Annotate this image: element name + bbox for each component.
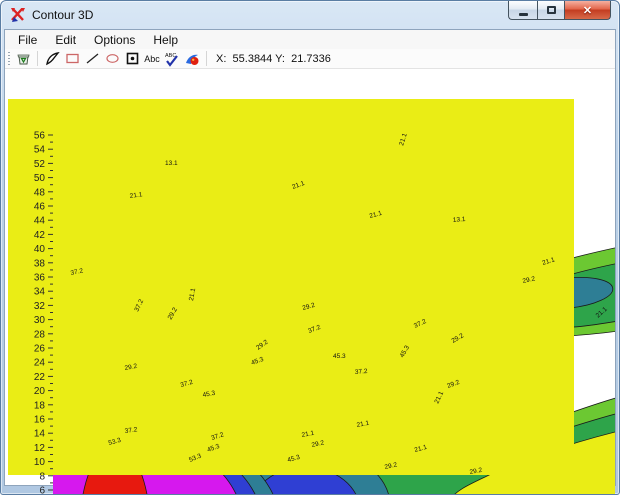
y-tick-label: 14 xyxy=(34,429,46,440)
maximize-icon xyxy=(546,6,556,14)
menu-options[interactable]: Options xyxy=(85,31,144,49)
y-tick-label: 36 xyxy=(34,273,46,284)
ellipse-tool-icon[interactable] xyxy=(102,50,122,68)
y-tick-label: 30 xyxy=(34,315,46,326)
y-tick-label: 8 xyxy=(39,471,45,482)
titlebar[interactable]: Contour 3D ✕ xyxy=(1,1,619,29)
y-tick-label: 54 xyxy=(34,145,46,156)
y-tick-label: 18 xyxy=(34,400,46,411)
rectangle-tool-icon[interactable] xyxy=(62,50,82,68)
y-tick-label: 56 xyxy=(34,131,46,142)
client-area: File Edit Options Help Abc ABC X: 55.384… xyxy=(4,29,616,494)
maximize-button[interactable] xyxy=(537,1,565,20)
contour-label: 37.2 xyxy=(355,368,369,376)
y-tick-label: 42 xyxy=(34,230,46,241)
y-tick-label: 50 xyxy=(34,173,46,184)
coords-y-value: 21.7336 xyxy=(291,52,331,65)
y-tick-label: 20 xyxy=(34,386,46,397)
recycle-bin-icon[interactable] xyxy=(13,50,33,68)
close-button[interactable]: ✕ xyxy=(565,1,611,20)
contour-plot-region: 13.1 21.1 13.1 21.1 21.1 21.1 37.2 37.2 29.2 29.2… xyxy=(8,99,615,494)
y-tick-label: 12 xyxy=(34,443,46,454)
app-window: Contour 3D ✕ File Edit Options Help Abc … xyxy=(0,0,620,495)
window-title: Contour 3D xyxy=(32,8,94,22)
y-tick-label: 46 xyxy=(34,202,46,213)
contour-label: 45.3 xyxy=(333,353,346,360)
menubar: File Edit Options Help xyxy=(5,30,615,49)
toolbar: Abc ABC X: 55.3844 Y: 21.7336 xyxy=(5,49,615,69)
y-tick-label: 28 xyxy=(34,329,46,340)
minimize-button[interactable] xyxy=(508,1,537,20)
spellcheck-icon[interactable]: ABC xyxy=(162,50,182,68)
toolbar-separator xyxy=(37,51,38,66)
contour-label: 13.1 xyxy=(453,216,467,224)
y-tick-label: 32 xyxy=(34,301,46,312)
y-tick-label: 10 xyxy=(34,457,46,468)
y-tick-label: 44 xyxy=(34,216,46,227)
menu-help[interactable]: Help xyxy=(144,31,187,49)
close-icon: ✕ xyxy=(582,4,593,17)
coords-x-label: X: xyxy=(216,52,227,65)
menu-edit[interactable]: Edit xyxy=(46,31,85,49)
contour-plot-canvas[interactable]: 13.121.113.121.121.121.137.237.229.229.2… xyxy=(8,99,620,495)
app-icon xyxy=(11,8,25,22)
y-tick-label: 38 xyxy=(34,258,46,269)
contour-label: 13.1 xyxy=(165,160,178,167)
y-tick-label: 6 xyxy=(39,486,45,495)
minimize-icon xyxy=(518,12,528,16)
y-tick-label: 24 xyxy=(34,358,46,369)
y-tick-label: 52 xyxy=(34,159,46,170)
text-tool-label: Abc xyxy=(144,53,160,64)
y-tick-label: 40 xyxy=(34,244,46,255)
coords-y-label: Y: xyxy=(275,52,285,65)
render-3d-icon[interactable] xyxy=(182,50,202,68)
menu-file[interactable]: File xyxy=(9,31,46,49)
y-tick-label: 26 xyxy=(34,344,46,355)
y-tick-label: 34 xyxy=(34,287,46,298)
toolbar-separator xyxy=(206,51,207,66)
lasso-icon[interactable] xyxy=(42,50,62,68)
point-tool-icon[interactable] xyxy=(122,50,142,68)
cursor-coordinates: X: 55.3844 Y: 21.7336 xyxy=(216,53,331,65)
coords-x-value: 55.3844 xyxy=(232,52,273,65)
y-tick-label: 48 xyxy=(34,187,46,198)
y-tick-label: 22 xyxy=(34,372,46,383)
text-tool-icon[interactable]: Abc xyxy=(142,50,162,68)
field-background xyxy=(8,99,574,475)
y-tick-label: 16 xyxy=(34,415,46,426)
line-tool-icon[interactable] xyxy=(82,50,102,68)
toolbar-gripper[interactable] xyxy=(8,51,10,66)
